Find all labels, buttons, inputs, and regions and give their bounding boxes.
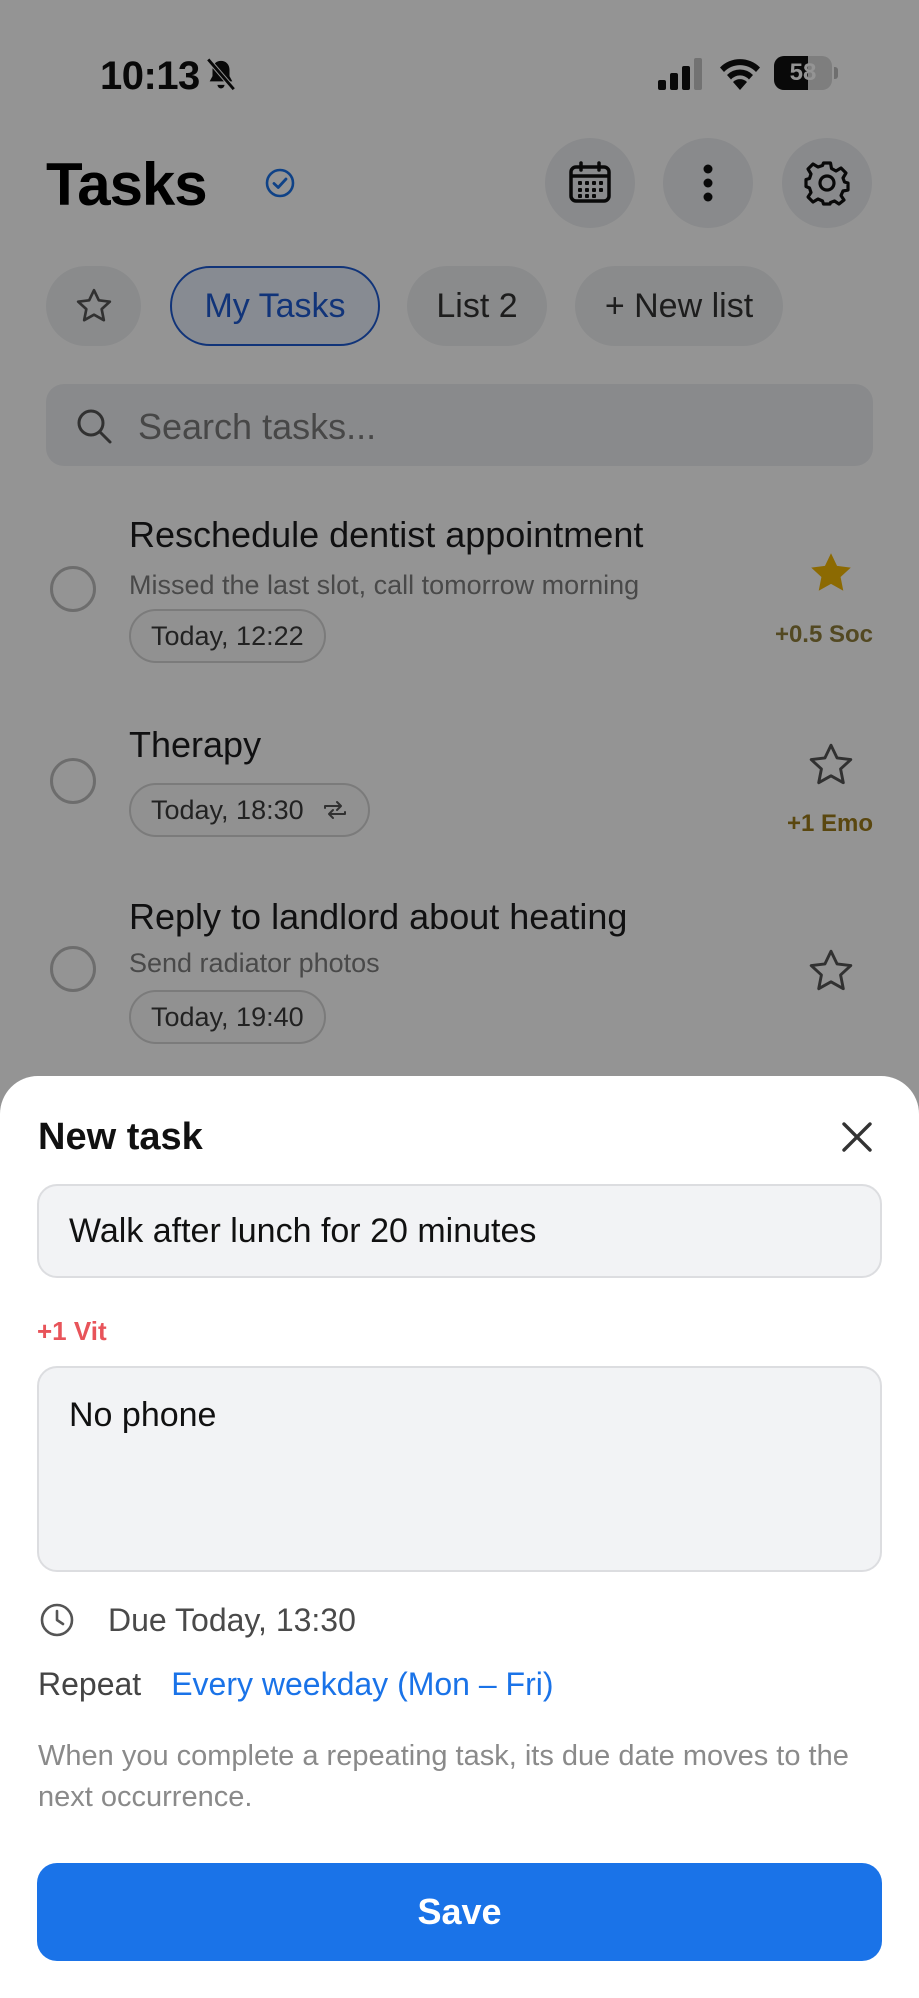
repeat-help-text: When you complete a repeating task, its … [38, 1740, 849, 1813]
task-notes-input[interactable]: No phone [37, 1366, 882, 1572]
new-task-sheet: New task +1 Vit No phone Due Today, 13:3… [0, 1076, 919, 1998]
clock-icon [40, 1603, 74, 1637]
sheet-title: New task [38, 1116, 203, 1158]
close-icon[interactable] [836, 1116, 878, 1158]
repeat-label: Repeat [38, 1666, 142, 1702]
repeat-row: Repeat Every weekday (Mon – Fri) [38, 1666, 554, 1703]
repeat-value-link[interactable]: Every weekday (Mon – Fri) [171, 1666, 553, 1703]
save-button[interactable]: Save [37, 1863, 882, 1961]
due-date-row[interactable]: Due Today, 13:30 [38, 1596, 356, 1644]
reward-tag: +1 Vit [37, 1316, 107, 1346]
due-date-text: Due Today, 13:30 [108, 1601, 356, 1638]
task-title-input[interactable] [37, 1184, 882, 1278]
